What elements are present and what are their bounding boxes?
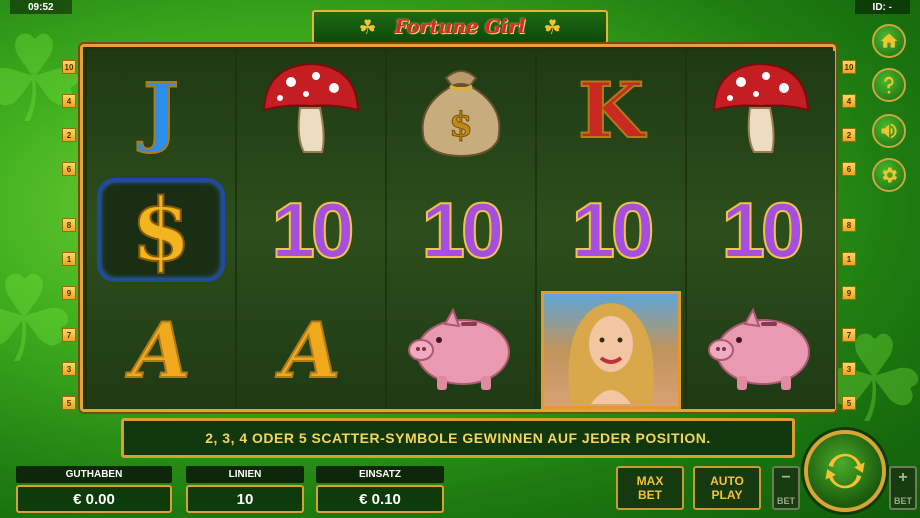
home-icon — [880, 33, 898, 48]
payline-marker: 6 — [842, 162, 856, 176]
spin-button[interactable] — [804, 430, 886, 512]
symbol-k: K — [577, 65, 645, 156]
mushroom-icon — [256, 58, 366, 163]
status-bar: 09:52 ID: - — [0, 0, 920, 14]
reel-2: 10 A — [237, 51, 385, 409]
dollar-icon: $ — [130, 179, 192, 282]
payline-marker: 8 — [842, 218, 856, 232]
payline-marker: 3 — [842, 362, 856, 376]
reel-4: K 10 — [537, 51, 685, 409]
game-logo: ☘ Fortune Girl ☘ — [312, 10, 608, 44]
symbol-10: 10 — [571, 185, 656, 275]
reel-symbol — [387, 291, 535, 409]
plus-icon: + — [898, 469, 908, 486]
symbol-fortune-girl — [541, 291, 681, 409]
symbol-10: 10 — [421, 185, 506, 275]
reel-symbol: A — [87, 291, 235, 409]
payline-marker: 10 — [62, 60, 76, 74]
payline-marker: 1 — [842, 252, 856, 266]
mushroom-icon — [706, 58, 816, 163]
help-icon — [884, 76, 894, 94]
pig-icon — [701, 298, 821, 403]
lines-display: LINIEN 10 — [186, 466, 304, 513]
reel-symbol: 10 — [237, 171, 385, 289]
autoplay-button[interactable]: AUTO PLAY — [693, 466, 761, 510]
payline-marker: 9 — [62, 286, 76, 300]
payline-marker: 4 — [842, 94, 856, 108]
reel-5: 10 — [687, 51, 835, 409]
reels-area: J $ A 10 A $10 K 10 10 — [80, 44, 836, 412]
symbol-dollar-scatter: $ — [97, 178, 225, 282]
max-bet-button[interactable]: MAX BET — [616, 466, 684, 510]
moneybag-icon: $ — [406, 56, 516, 165]
symbol-a: A — [131, 305, 192, 396]
payline-marker: 4 — [62, 94, 76, 108]
autoplay-line1: AUTO — [710, 474, 744, 488]
payline-marker: 8 — [62, 218, 76, 232]
bet-decrease-label: BET — [777, 496, 795, 506]
payline-marker: 7 — [62, 328, 76, 342]
reel-symbol: 10 — [387, 171, 535, 289]
payline-marker: 1 — [62, 252, 76, 266]
sound-icon — [881, 123, 897, 139]
payline-marker: 5 — [62, 396, 76, 410]
reel-symbol: K — [537, 51, 685, 169]
settings-button[interactable] — [872, 158, 906, 192]
symbol-10: 10 — [271, 185, 356, 275]
balance-display: GUTHABEN € 0.00 — [16, 466, 172, 513]
payline-marker: 2 — [62, 128, 76, 142]
balance-value: € 0.00 — [16, 485, 172, 513]
reel-symbol: $ — [387, 51, 535, 169]
symbol-10: 10 — [721, 185, 806, 275]
reel-symbol — [687, 291, 835, 409]
reel-3: $10 — [387, 51, 535, 409]
info-message: 2, 3, 4 ODER 5 SCATTER-SYMBOLE GEWINNEN … — [121, 418, 795, 458]
bet-decrease-button[interactable]: − BET — [772, 466, 800, 510]
reel-symbol: J — [87, 51, 235, 169]
clock: 09:52 — [10, 0, 72, 14]
spin-arrows-icon — [825, 453, 865, 489]
payline-marker: 3 — [62, 362, 76, 376]
reel-symbol: $ — [87, 171, 235, 289]
stake-value: € 0.10 — [316, 485, 444, 513]
reel-symbol — [537, 291, 685, 409]
home-button[interactable] — [872, 24, 906, 58]
symbol-j: J — [142, 65, 180, 156]
reel-1: J $ A — [87, 51, 235, 409]
svg-text:$: $ — [449, 105, 473, 145]
reel-symbol: 10 — [537, 171, 685, 289]
pig-icon — [401, 298, 521, 403]
reel-symbol: 10 — [687, 171, 835, 289]
lines-value: 10 — [186, 485, 304, 513]
session-id: ID: - — [854, 0, 910, 14]
settings-icon — [882, 167, 897, 183]
payline-marker: 2 — [842, 128, 856, 142]
stake-display: EINSATZ € 0.10 — [316, 466, 444, 513]
payline-marker: 10 — [842, 60, 856, 74]
sound-button[interactable] — [872, 114, 906, 148]
game-title: Fortune Girl — [394, 16, 526, 38]
balance-label: GUTHABEN — [16, 466, 172, 483]
reel-symbol — [237, 51, 385, 169]
symbol-a: A — [281, 305, 342, 396]
lines-label: LINIEN — [186, 466, 304, 483]
payline-marker: 6 — [62, 162, 76, 176]
payline-marker: 9 — [842, 286, 856, 300]
autoplay-line2: PLAY — [711, 488, 743, 502]
max-bet-line1: MAX — [636, 474, 664, 488]
clover-decoration: ☘ — [0, 13, 88, 147]
clover-icon: ☘ — [358, 16, 377, 39]
clover-icon: ☘ — [543, 16, 562, 39]
reel-symbol: A — [237, 291, 385, 409]
bet-increase-label: BET — [894, 496, 912, 506]
stake-label: EINSATZ — [316, 466, 444, 483]
minus-icon: − — [781, 469, 791, 486]
reel-symbol — [687, 51, 835, 169]
payline-marker: 7 — [842, 328, 856, 342]
max-bet-line2: BET — [638, 488, 662, 502]
payline-marker: 5 — [842, 396, 856, 410]
bet-increase-button[interactable]: + BET — [889, 466, 917, 510]
help-button[interactable] — [872, 68, 906, 102]
